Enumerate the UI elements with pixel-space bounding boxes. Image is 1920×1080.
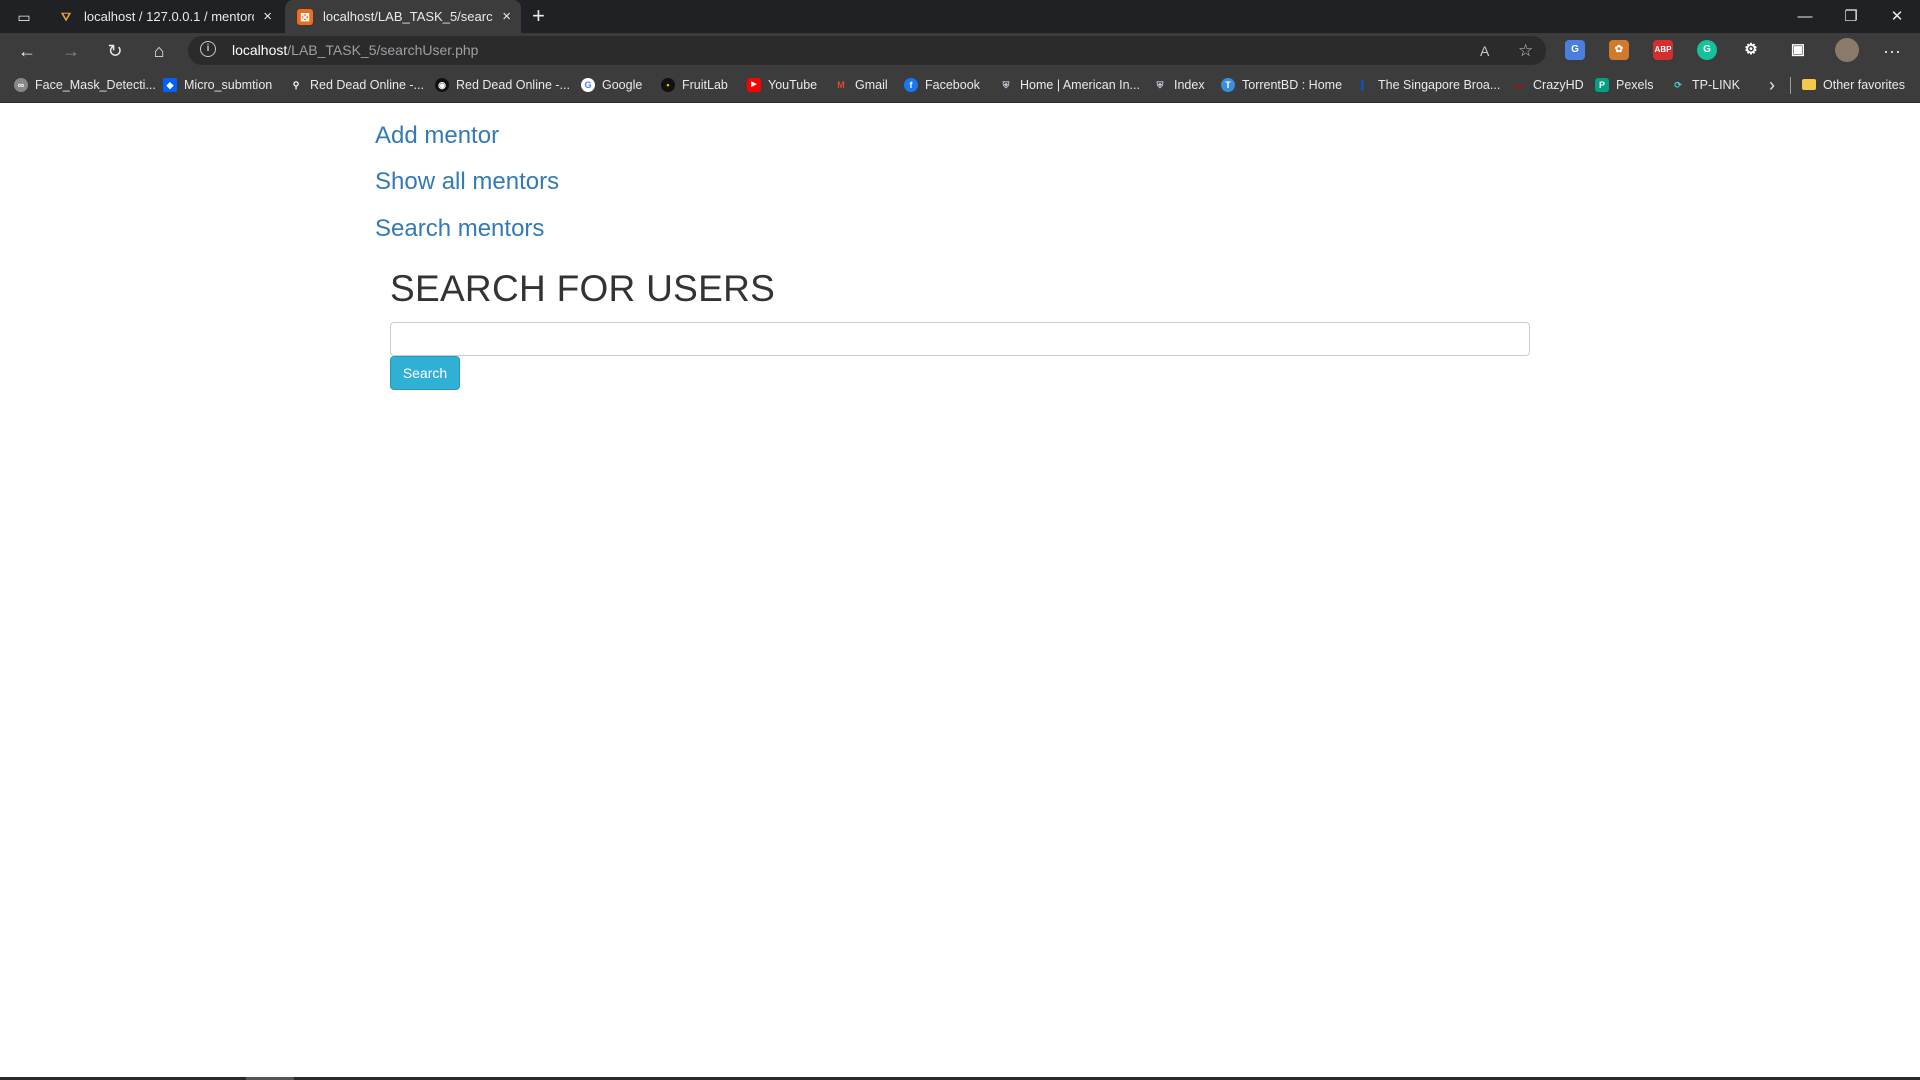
singapore-broadcast-icon: ▌ xyxy=(1360,79,1368,90)
pexels-icon: P xyxy=(1595,77,1609,92)
extensions-puzzle-icon[interactable]: ⚙ xyxy=(1741,40,1761,60)
tp-link-icon: ⟳ xyxy=(1674,79,1682,90)
grammarly-extension-icon[interactable]: G xyxy=(1697,40,1717,60)
url-host: localhost xyxy=(232,42,288,58)
bookmark-item[interactable]: f Facebook xyxy=(904,68,980,102)
shield-icon: ⛨ xyxy=(1002,79,1010,90)
close-tab-icon[interactable]: × xyxy=(502,0,511,33)
bookmark-label: CrazyHD xyxy=(1533,78,1584,92)
tab-actions-icon[interactable]: ▭ xyxy=(10,6,38,28)
bookmark-item[interactable]: ∞ Face_Mask_Detecti... xyxy=(14,68,156,102)
read-aloud-icon[interactable]: A xyxy=(1480,40,1489,62)
bookmark-label: TP-LINK xyxy=(1692,78,1740,92)
rockstar-icon: ◉ xyxy=(435,77,449,92)
collections-icon[interactable]: ▣ xyxy=(1788,40,1808,60)
map-pin-icon: ⚲ xyxy=(292,79,300,90)
bookmark-item[interactable]: M Gmail xyxy=(834,68,888,102)
folder-icon xyxy=(1802,79,1816,91)
bookmark-label: Gmail xyxy=(855,78,888,92)
torrentbd-icon: T xyxy=(1221,77,1235,92)
bookmark-item[interactable]: ⚲ Red Dead Online -... xyxy=(289,68,424,102)
new-tab-button[interactable]: + xyxy=(532,2,545,30)
forward-button[interactable]: → xyxy=(57,38,85,64)
minimize-button[interactable]: — xyxy=(1782,0,1828,33)
url-path: /LAB_TASK_5/searchUser.php xyxy=(287,42,479,58)
url-text[interactable]: localhost/LAB_TASK_5/searchUser.php xyxy=(232,36,478,65)
back-button[interactable]: ← xyxy=(13,38,41,64)
close-window-button[interactable]: ✕ xyxy=(1874,0,1920,33)
tab-title: localhost / 127.0.0.1 / mentordb xyxy=(84,9,254,24)
bookmark-item[interactable]: P Pexels xyxy=(1595,68,1654,102)
bookmark-item[interactable]: ▶ YouTube xyxy=(747,68,817,102)
close-tab-icon[interactable]: × xyxy=(263,0,272,33)
bookmark-label: Other favorites xyxy=(1823,78,1905,92)
bookmark-label: Pexels xyxy=(1616,78,1654,92)
dropbox-icon: ◆ xyxy=(163,77,177,92)
cookie-extension-icon[interactable]: ✿ xyxy=(1609,40,1629,60)
bookmark-item[interactable]: ⛨ Index xyxy=(1153,68,1205,102)
bookmark-label: Face_Mask_Detecti... xyxy=(35,78,156,92)
restore-button[interactable]: ❐ xyxy=(1828,0,1874,33)
shield-icon: ⛨ xyxy=(1156,79,1164,90)
bookmarks-divider xyxy=(1790,77,1791,94)
address-bar[interactable]: i localhost/LAB_TASK_5/searchUser.php A … xyxy=(188,36,1546,65)
youtube-icon: ▶ xyxy=(747,77,761,92)
other-favorites-folder[interactable]: Other favorites xyxy=(1802,68,1905,102)
browser-toolbar: ← → ↻ ⌂ i localhost/LAB_TASK_5/searchUse… xyxy=(0,33,1920,68)
profile-avatar[interactable] xyxy=(1835,38,1859,62)
page-title: SEARCH FOR USERS xyxy=(390,268,776,309)
add-mentor-link[interactable]: Add mentor xyxy=(375,122,499,150)
bookmark-label: TorrentBD : Home xyxy=(1242,78,1343,92)
bookmarks-overflow-icon[interactable]: › xyxy=(1769,68,1775,102)
bookmark-item[interactable]: ◉ Red Dead Online -... xyxy=(435,68,570,102)
bookmark-item[interactable]: ⟳ TP-LINK xyxy=(1671,68,1740,102)
tab-strip: ▭ ⛛ localhost / 127.0.0.1 / mentordb × ⊠… xyxy=(0,0,1920,33)
show-all-mentors-link[interactable]: Show all mentors xyxy=(375,168,559,196)
more-options-icon[interactable]: ··· xyxy=(1878,38,1906,64)
bookmark-label: Facebook xyxy=(925,78,980,92)
bookmark-label: Red Dead Online -... xyxy=(310,78,424,92)
bookmark-label: Index xyxy=(1174,78,1205,92)
bookmark-label: Micro_submtion xyxy=(184,78,273,92)
add-favorite-icon[interactable]: ☆ xyxy=(1518,40,1533,62)
bookmark-item[interactable]: ⛨ Home | American In... xyxy=(999,68,1140,102)
adblock-extension-icon[interactable]: ABP xyxy=(1653,40,1673,60)
bookmark-label: Red Dead Online -... xyxy=(456,78,570,92)
bookmark-item[interactable]: ▌ The Singapore Broa... xyxy=(1357,68,1501,102)
phpmyadmin-favicon-icon: ⛛ xyxy=(60,10,72,24)
bookmark-item[interactable]: G Google xyxy=(581,68,642,102)
tab-title: localhost/LAB_TASK_5/searchUser.php xyxy=(323,9,493,24)
bookmark-label: Home | American In... xyxy=(1020,78,1140,92)
gmail-icon: M xyxy=(837,79,845,90)
bookmark-item[interactable]: T TorrentBD : Home xyxy=(1221,68,1342,102)
google-icon: G xyxy=(581,77,595,92)
search-mentors-link[interactable]: Search mentors xyxy=(375,215,544,243)
bookmark-label: The Singapore Broa... xyxy=(1378,78,1501,92)
bookmark-item[interactable]: ▬ CrazyHD xyxy=(1512,68,1584,102)
bookmark-label: FruitLab xyxy=(682,78,728,92)
translate-extension-icon[interactable]: G xyxy=(1565,40,1585,60)
fruitlab-icon: • xyxy=(661,77,675,92)
tab-search-user[interactable]: ⊠ localhost/LAB_TASK_5/searchUser.php × xyxy=(285,0,521,33)
reload-button[interactable]: ↻ xyxy=(101,38,129,64)
search-input[interactable] xyxy=(390,322,1530,356)
bookmark-item[interactable]: ◆ Micro_submtion xyxy=(163,68,272,102)
home-button[interactable]: ⌂ xyxy=(145,38,173,64)
link-icon: ∞ xyxy=(14,77,28,92)
bookmark-item[interactable]: • FruitLab xyxy=(661,68,728,102)
bookmark-label: Google xyxy=(602,78,643,92)
page-content: Add mentor Show all mentors Search mento… xyxy=(0,103,1920,1078)
bookmarks-bar: ∞ Face_Mask_Detecti... ◆ Micro_submtion ⚲ R… xyxy=(0,68,1920,103)
xampp-favicon-icon: ⊠ xyxy=(297,9,313,25)
search-button[interactable]: Search xyxy=(390,356,460,390)
bookmark-label: YouTube xyxy=(768,78,818,92)
site-info-icon[interactable]: i xyxy=(200,41,216,57)
tab-phpmyadmin[interactable]: ⛛ localhost / 127.0.0.1 / mentordb × xyxy=(46,0,282,33)
crazyhd-icon: ▬ xyxy=(1514,79,1524,90)
facebook-icon: f xyxy=(904,77,918,92)
